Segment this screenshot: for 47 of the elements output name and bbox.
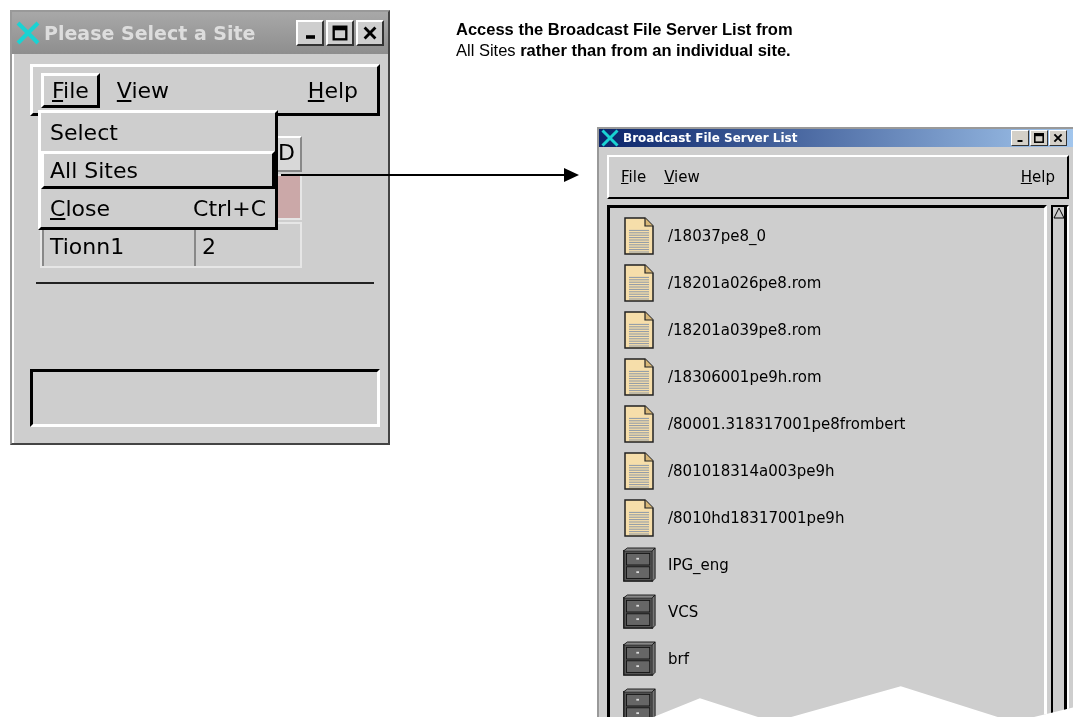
document-icon <box>622 497 656 538</box>
file-cabinet-icon <box>622 685 656 717</box>
maximize-button[interactable] <box>326 20 354 46</box>
menu-item[interactable]: Select <box>41 113 275 151</box>
x-logo-icon <box>16 21 40 45</box>
window-title: Broadcast File Server List <box>623 131 799 145</box>
list-item[interactable]: /18201a026pe8.rom <box>668 273 822 292</box>
close-button[interactable] <box>356 20 384 46</box>
menu-item[interactable]: Help <box>1014 166 1061 188</box>
minimize-icon <box>1017 140 1023 142</box>
list-item[interactable]: /8010hd18317001pe9h <box>668 508 845 527</box>
maximize-button[interactable] <box>1030 130 1048 146</box>
minimize-icon <box>305 35 315 39</box>
callout-text: Access the Broadcast File Server List from All Sites rather than from an individual site. <box>456 19 794 61</box>
list-item[interactable]: /18201a039pe8.rom <box>668 320 822 339</box>
document-icon <box>622 450 656 491</box>
menu-item[interactable]: Help <box>296 72 369 108</box>
menu-item[interactable]: File <box>615 166 653 188</box>
file-cabinet-icon <box>622 544 656 585</box>
list-item[interactable]: VCS <box>668 602 699 621</box>
menu-item[interactable]: View <box>105 72 181 108</box>
menu-item[interactable]: All Sites <box>41 151 275 189</box>
list-item[interactable]: brf <box>668 649 689 668</box>
file-cabinet-icon <box>622 591 656 632</box>
document-icon <box>622 309 656 350</box>
x-logo-icon <box>601 129 619 147</box>
maximize-icon <box>331 24 349 42</box>
list-item[interactable]: /18306001pe9h.rom <box>668 367 822 386</box>
close-icon <box>1052 132 1064 144</box>
document-icon <box>622 215 656 256</box>
list-item[interactable]: /18037pe8_0 <box>668 226 767 245</box>
window-title: Please Select a Site <box>44 22 257 44</box>
document-icon <box>622 262 656 303</box>
document-icon <box>622 356 656 397</box>
minimize-button[interactable] <box>1011 130 1029 146</box>
minimize-button[interactable] <box>296 20 324 46</box>
document-icon <box>622 403 656 444</box>
close-button[interactable] <box>1049 130 1067 146</box>
close-icon <box>361 24 379 42</box>
list-item[interactable]: /80001.318317001pe8frombert <box>668 414 906 433</box>
menu-item[interactable]: File <box>41 72 100 108</box>
maximize-icon <box>1033 132 1045 144</box>
menu-item[interactable]: View <box>658 166 706 188</box>
file-cabinet-icon <box>622 638 656 679</box>
scroll-up-icon[interactable] <box>1053 207 1065 219</box>
list-item[interactable]: IPG_eng <box>668 555 729 574</box>
list-item[interactable]: /801018314a003pe9h <box>668 461 835 480</box>
